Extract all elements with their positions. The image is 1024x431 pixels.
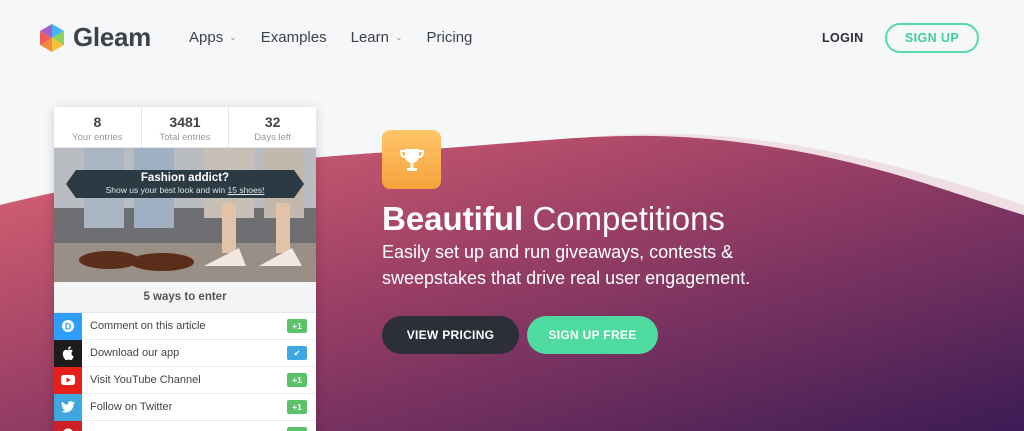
hero-subtitle: Easily set up and run giveaways, contest…	[382, 242, 751, 288]
nav-pricing[interactable]: Pricing	[427, 29, 473, 46]
view-pricing-button[interactable]: VIEW PRICING	[382, 316, 519, 354]
login-link[interactable]: LOGIN	[822, 31, 864, 45]
entry-points-badge: +1	[287, 373, 307, 387]
pinterest-icon: P	[54, 420, 82, 431]
stat-your-entries: 8 Your entries	[54, 107, 142, 147]
apple-icon	[54, 339, 82, 367]
stat-value: 32	[264, 114, 281, 130]
disqus-icon: D	[54, 312, 82, 340]
nav-pricing-label: Pricing	[426, 29, 473, 46]
entry-points-badge: +1	[287, 319, 307, 333]
signup-button[interactable]: SIGN UP	[885, 23, 979, 53]
banner-sub-text: Show us your best look and win	[105, 185, 228, 195]
competition-photo: Fashion addict? Show us your best look a…	[54, 148, 316, 282]
stat-value: 8	[93, 114, 102, 130]
nav-apps[interactable]: Apps ⌄	[189, 29, 237, 46]
trophy-icon	[382, 130, 441, 189]
nav-learn[interactable]: Learn ⌄	[351, 29, 403, 46]
competition-banner: Fashion addict? Show us your best look a…	[66, 170, 304, 198]
stat-label: Total entries	[159, 132, 211, 143]
prize-link[interactable]: 15 shoes!	[228, 185, 265, 195]
entry-label: Follow on Twitter	[90, 401, 173, 413]
logo-text: Gleam	[73, 22, 151, 52]
signup-free-button[interactable]: SIGN UP FREE	[527, 316, 658, 354]
stat-total-entries: 3481 Total entries	[142, 107, 230, 147]
banner-subtitle: Show us your best look and win 15 shoes!	[76, 185, 294, 195]
stat-value: 3481	[169, 114, 201, 130]
banner-title: Fashion addict?	[140, 172, 230, 184]
ways-to-enter-heading: 5 ways to enter	[54, 282, 316, 313]
hero-title-light: Competitions	[523, 200, 725, 237]
entry-label: Comment on this article	[90, 320, 206, 332]
competition-widget: 8 Your entries 3481 Total entries 32 Day…	[54, 107, 316, 431]
shoes-photo-image	[54, 148, 316, 282]
entry-label: Visit YouTube Channel	[90, 374, 201, 386]
entry-option[interactable]: Download our app ✔	[54, 339, 316, 367]
hero-title: Beautiful Competitions	[382, 200, 725, 238]
entry-option[interactable]: P	[54, 420, 316, 431]
stat-label: Your entries	[72, 132, 123, 143]
entry-option[interactable]: D Comment on this article +1	[54, 312, 316, 340]
widget-stats: 8 Your entries 3481 Total entries 32 Day…	[54, 107, 316, 148]
main-nav: Apps ⌄ Examples Learn ⌄ Pricing	[189, 29, 496, 46]
entry-option[interactable]: Follow on Twitter +1	[54, 393, 316, 421]
youtube-icon	[54, 366, 82, 394]
chevron-down-icon: ⌄	[394, 32, 403, 42]
stat-days-left: 32 Days left	[229, 107, 316, 147]
nav-learn-label: Learn	[350, 29, 389, 46]
twitter-icon	[54, 393, 82, 421]
entry-option[interactable]: Visit YouTube Channel +1	[54, 366, 316, 394]
entry-completed-badge: ✔	[287, 346, 307, 360]
svg-text:D: D	[65, 322, 72, 332]
nav-examples[interactable]: Examples	[261, 29, 327, 46]
nav-apps-label: Apps	[189, 29, 224, 46]
stat-label: Days left	[254, 132, 292, 143]
chevron-down-icon: ⌄	[229, 32, 237, 42]
gleam-logo[interactable]: Gleam	[37, 22, 151, 53]
entry-points-badge	[287, 427, 307, 431]
top-navigation: Gleam Apps ⌄ Examples Learn ⌄ Pricing LO…	[0, 0, 1024, 76]
entry-points-badge: +1	[287, 400, 307, 414]
nav-examples-label: Examples	[260, 29, 327, 46]
entry-label: Download our app	[90, 347, 180, 359]
hero-title-bold: Beautiful	[382, 200, 524, 237]
gleam-logo-icon	[40, 23, 64, 52]
